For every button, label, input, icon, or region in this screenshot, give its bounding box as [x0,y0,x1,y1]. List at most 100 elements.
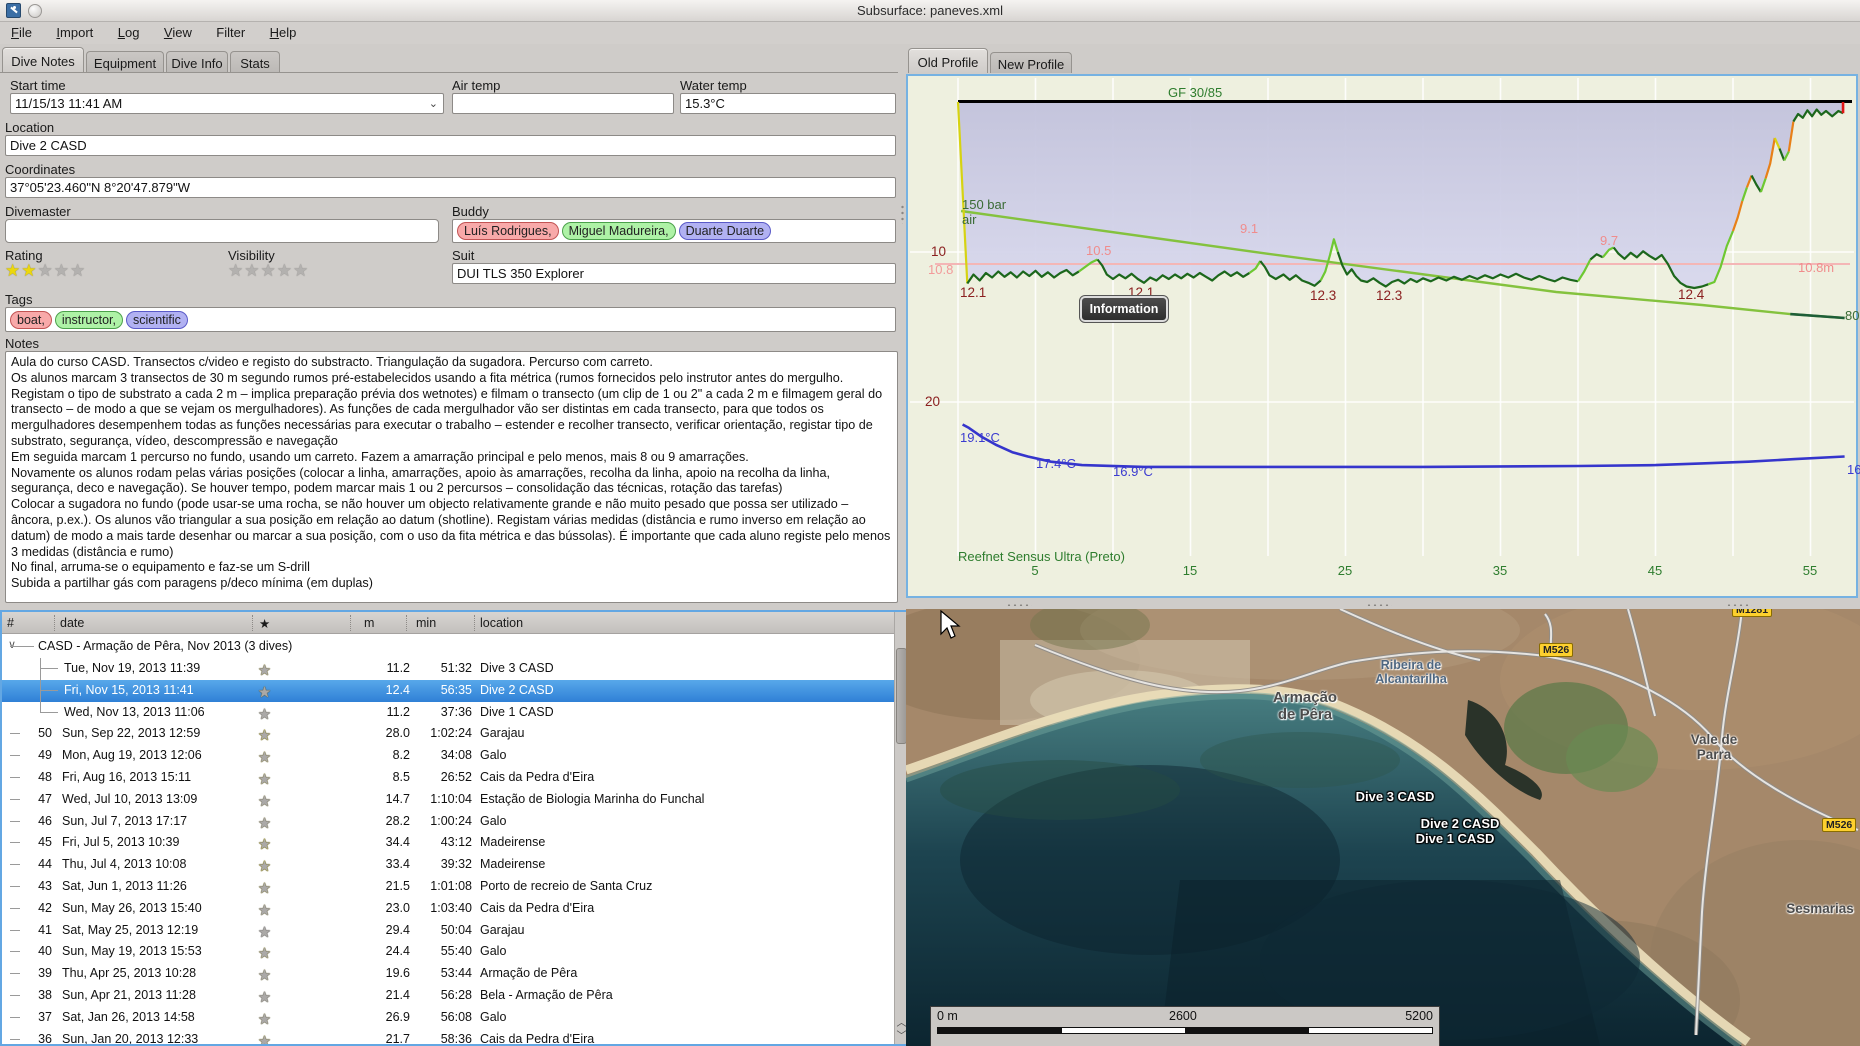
profile-tab-bar: Old Profile New Profile [906,44,1860,73]
tags-field[interactable]: boat, instructor, scientific [5,307,896,332]
location-field[interactable]: Dive 2 CASD [5,135,896,156]
dive-row[interactable]: 41 Sat, May 25, 2013 12:19 ★ ★ ★ ★ ★ 29.4 50:04 G… [2,919,894,942]
menu-filter[interactable]: Filter [207,22,254,44]
dive-row[interactable]: 38 Sun, Apr 21, 2013 11:28 ★ ★ ★ ★ ★ 21.4 56:28 B… [2,985,894,1007]
air-temp-field[interactable] [452,93,674,114]
left-tab-bar: Dive Notes Equipment Dive Info Stats [0,44,898,73]
vale-de-parra-label: Vale de Parra [1690,732,1738,762]
tag-pill[interactable]: scientific [126,311,188,329]
menu-import[interactable]: Import [47,22,102,44]
pressure-end-label: 80 [1845,308,1860,323]
dive-list[interactable]: # date ★ m min location ∨ CASD - Armação… [0,610,910,1046]
trip-group-row[interactable]: ∨ CASD - Armação de Pêra, Nov 2013 (3 di… [2,636,894,657]
tab-dive-info[interactable]: Dive Info [166,51,228,72]
col-depth[interactable]: m [364,616,374,630]
water-temp-label: Water temp [680,78,747,93]
dive-site-map[interactable]: Armação de Pêra Ribeira de Alcantarilha … [906,609,1860,1046]
col-duration[interactable]: min [416,616,436,630]
tag-pill[interactable]: boat, [10,311,52,329]
dive-row[interactable]: 50 Sun, Sep 22, 2013 12:59 ★ ★ ★ ★ ★ 28.0 1:02:2… [2,723,894,746]
map-scale-bar: 0 m 2600 5200 [930,1006,1440,1046]
dive-row[interactable]: 36 Sun, Jan 20, 2013 12:33 ★ ★ ★ ★ ★ 21.7 58:36 C… [2,1028,894,1044]
tag-pill[interactable]: Luís Rodrigues, [457,222,559,240]
star-icon[interactable]: ★ [54,261,70,280]
tab-equipment[interactable]: Equipment [86,51,164,72]
col-number[interactable]: # [7,616,14,630]
tab-old-profile[interactable]: Old Profile [908,48,988,73]
profile-plot: 10.8 [910,78,1854,556]
time-tick-5: 5 [1031,563,1039,578]
notes-textarea[interactable]: Aula do curso CASD. Transectos c/video e… [5,351,898,603]
visibility-stars[interactable]: ★★★★★ [228,261,309,281]
dive-row[interactable]: 43 Sat, Jun 1, 2013 11:26 ★ ★ ★ ★ ★ 21.5 1:01:08… [2,876,894,898]
dive-row[interactable]: 47 Wed, Jul 10, 2013 13:09 ★ ★ ★ ★ ★ 14.7 1:10:0… [2,788,894,811]
dive-marker-label-3: Dive 3 CASD [1355,789,1435,804]
temp-label-1: 19.1°C [960,430,1000,445]
tab-dive-notes[interactable]: Dive Notes [2,47,84,72]
tag-pill[interactable]: instructor, [54,311,123,329]
dive-row[interactable]: 46 Sun, Jul 7, 2013 17:17 ★ ★ ★ ★ ★ 28.2 1:00:24… [2,810,894,833]
dive-list-header[interactable]: # date ★ m min location [2,612,908,634]
dive-row[interactable]: 39 Thu, Apr 25, 2013 10:28 ★ ★ ★ ★ ★ 19.6 53:44 A… [2,963,894,985]
col-date[interactable]: date [60,616,84,630]
coordinates-field[interactable]: 37°05'23.460"N 8°20'47.879"W [5,177,896,198]
menu-help[interactable]: Help [261,22,306,44]
town-label: Armação de Pêra [1272,689,1338,723]
vertical-splitter[interactable] [899,44,906,604]
information-tooltip[interactable]: Information [1079,295,1169,323]
divemaster-field[interactable] [5,219,439,243]
tab-stats[interactable]: Stats [230,51,280,72]
suit-field[interactable]: DUI TLS 350 Explorer [452,263,896,284]
star-icon[interactable]: ★ [244,261,260,280]
dive-row[interactable]: 48 Fri, Aug 16, 2013 15:11 ★ ★ ★ ★ ★ 8.5 26:52 Ca… [2,767,894,789]
tag-pill[interactable]: Miguel Madureira, [561,222,676,240]
temp-label-3: 16.9°C [1113,464,1153,479]
start-time-label: Start time [10,78,66,93]
maxdepth-label-5: 12.4 [1678,287,1705,302]
dive-row[interactable]: 40 Sun, May 19, 2013 15:53 ★ ★ ★ ★ ★ 24.4 55:40 G… [2,941,894,964]
road-shield-m526-right: M526 [1822,818,1857,832]
tag-pill[interactable]: Duarte Duarte [678,222,772,240]
dive-row[interactable]: Fri, Nov 15, 2013 11:41 ★ ★ ★ ★ ★ 12.4 56:35 Div… [2,679,894,702]
dive-row[interactable]: Tue, Nov 19, 2013 11:39 ★ ★ ★ ★ ★ 11.2 51:32 Div… [2,658,894,680]
dive-row[interactable]: 37 Sat, Jan 26, 2013 14:58 ★ ★ ★ ★ ★ 26.9 56:08 G… [2,1006,894,1029]
menu-view[interactable]: View [155,22,201,44]
star-icon[interactable]: ★ [228,261,244,280]
start-time-combo[interactable]: 11/15/13 11:41 AM ⌄ [10,93,444,114]
window-title: Subsurface: paneves.xml [857,3,1003,18]
depth-tick-20: 20 [924,394,940,409]
buddy-field[interactable]: Luís Rodrigues, Miguel Madureira, Duarte D… [452,219,896,243]
tab-new-profile[interactable]: New Profile [990,52,1072,73]
dive-row[interactable]: 44 Thu, Jul 4, 2013 10:08 ★ ★ ★ ★ ★ 33.4 39:32 Ma… [2,854,894,876]
title-bar[interactable]: Subsurface: paneves.xml [0,0,1860,22]
star-icon[interactable]: ★ [5,261,21,280]
dive-row[interactable]: Wed, Nov 13, 2013 11:06 ★ ★ ★ ★ ★ 11.2 37:36 Div… [2,701,894,724]
dive-row[interactable]: 42 Sun, May 26, 2013 15:40 ★ ★ ★ ★ ★ 23.0 1:03:4… [2,897,894,920]
time-tick-45: 45 [1647,563,1663,578]
expand-arrow-icon[interactable]: ∨ [8,638,16,651]
menu-log[interactable]: Log [109,22,149,44]
horizontal-splitter[interactable] [906,601,1860,609]
star-icon[interactable]: ★ [261,261,277,280]
star-icon[interactable]: ★ [38,261,54,280]
star-icon[interactable]: ★ [70,261,86,280]
star-icon[interactable]: ★ [21,261,37,280]
time-tick-25: 25 [1337,563,1353,578]
rating-stars[interactable]: ★★★★★ [5,261,86,281]
location-label: Location [5,120,55,135]
dive-row[interactable]: 45 Fri, Jul 5, 2013 10:39 ★ ★ ★ ★ ★ 34.4 43:12 Ma… [2,832,894,855]
star-icon[interactable]: ★ [277,261,293,280]
col-rating[interactable]: ★ [259,616,270,631]
scale-end: 5200 [1405,1009,1433,1023]
time-tick-15: 15 [1182,563,1198,578]
col-location[interactable]: location [480,616,523,630]
menu-file[interactable]: File [2,22,41,44]
star-icon[interactable]: ★ [293,261,309,280]
suit-label: Suit [452,248,475,263]
dive-marker-label-2: Dive 2 CASD [1420,816,1500,831]
maxdepth-label-1: 12.1 [960,285,987,300]
gf-label: GF 30/85 [1168,85,1223,100]
dive-row[interactable]: 49 Mon, Aug 19, 2013 12:06 ★ ★ ★ ★ ★ 8.2 34:08 Ga… [2,745,894,767]
time-tick-55: 55 [1802,563,1818,578]
water-temp-field[interactable]: 15.3°C [680,93,896,114]
